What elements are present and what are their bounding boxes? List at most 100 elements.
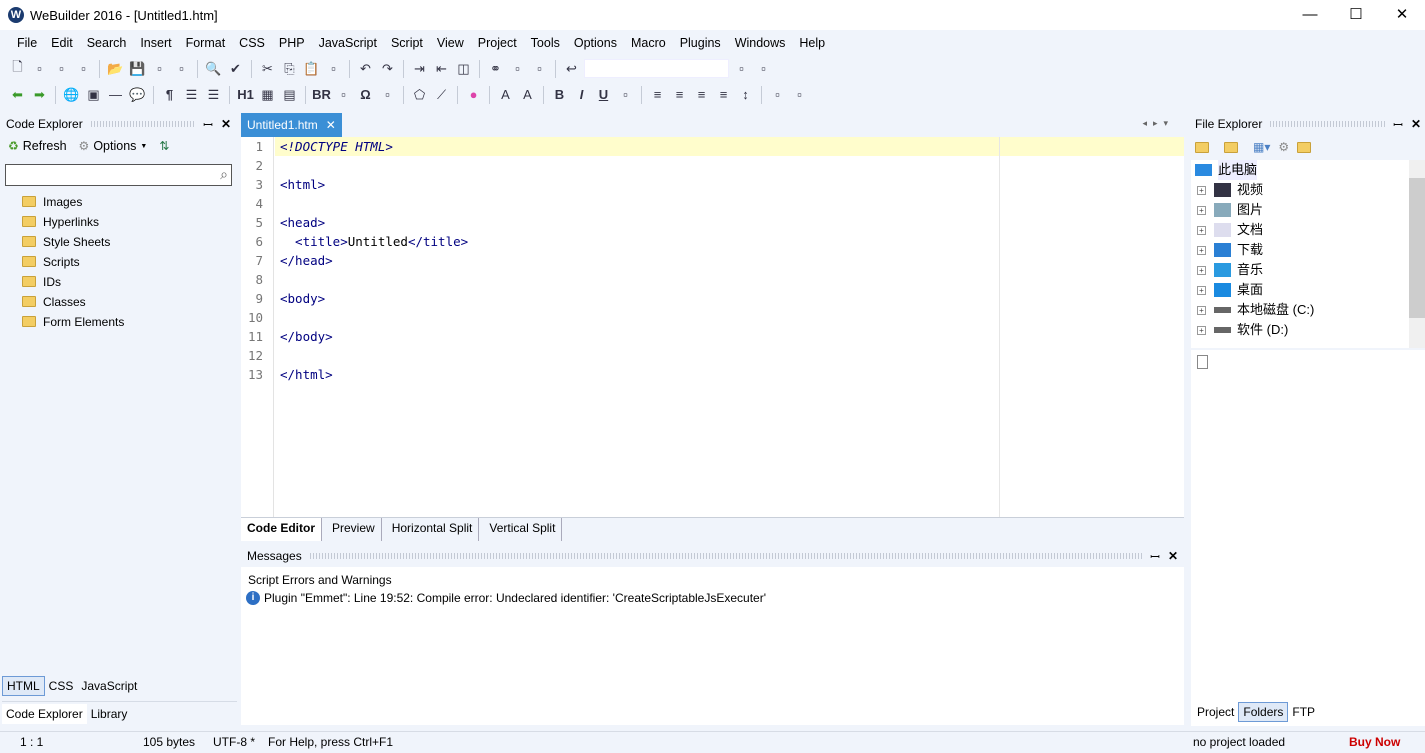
open-folder-icon[interactable]: 📂 (106, 59, 125, 78)
menu-file[interactable]: File (10, 36, 44, 50)
bold-icon[interactable]: B (550, 85, 569, 104)
br-icon[interactable]: BR (312, 85, 331, 104)
tree-item[interactable]: IDs (0, 272, 237, 292)
search-icon[interactable]: ⌕ (220, 166, 228, 183)
tree-item[interactable]: Scripts (0, 252, 237, 272)
anchor-icon[interactable]: ▫ (334, 85, 353, 104)
tree-node[interactable]: + 图片 (1191, 200, 1425, 220)
menu-windows[interactable]: Windows (728, 36, 793, 50)
bookmark-prev-icon[interactable]: ▫ (732, 59, 751, 78)
new-file-icon[interactable]: 🗋 (8, 59, 27, 78)
numbered-list-icon[interactable]: ☰ (204, 85, 223, 104)
tab-library[interactable]: Library (87, 704, 132, 724)
tab-html[interactable]: HTML (2, 676, 45, 696)
expand-icon[interactable]: + (1197, 205, 1206, 215)
tag-icon[interactable]: ⬠ (410, 85, 429, 104)
search-combo[interactable] (584, 59, 729, 78)
search-input[interactable]: ⌕ (5, 164, 232, 186)
expand-icon[interactable]: + (1197, 305, 1206, 315)
save-icon[interactable]: 💾 (128, 59, 147, 78)
binoculars-icon[interactable]: ⚭ (486, 59, 505, 78)
view-tab-horizontal-split[interactable]: Horizontal Split (386, 518, 480, 541)
jump-icon[interactable]: ↩ (562, 59, 581, 78)
spellcheck-icon[interactable]: ✔ (226, 59, 245, 78)
copy-icon[interactable]: ⎘ (280, 59, 299, 78)
tree-root[interactable]: 此电脑 (1191, 160, 1425, 180)
forward-arrow-icon[interactable]: ➡ (30, 85, 49, 104)
sort-icon[interactable]: ⇅ (159, 139, 169, 153)
tab-folders[interactable]: Folders (1238, 702, 1289, 722)
code-area[interactable]: <!DOCTYPE HTML> <html> <head> <title>Untit… (275, 137, 1184, 517)
tree-node[interactable]: + 音乐 (1191, 260, 1425, 280)
undo-icon[interactable]: ↶ (356, 59, 375, 78)
pin-icon[interactable]: ꟷ (1393, 116, 1403, 133)
menu-javascript[interactable]: JavaScript (312, 36, 384, 50)
find-icon[interactable]: 🔍 (204, 59, 223, 78)
cut-icon[interactable]: ✂ (258, 59, 277, 78)
gear-icon[interactable]: ⚙ (1278, 140, 1289, 154)
menu-options[interactable]: Options (567, 36, 624, 50)
bookmark-next-icon[interactable]: ▫ (754, 59, 773, 78)
heading-icon[interactable]: H1 (236, 85, 255, 104)
wrap-icon[interactable]: ▫ (768, 85, 787, 104)
encoding[interactable]: UTF-8 * (213, 735, 255, 749)
view-tab-preview[interactable]: Preview (326, 518, 382, 541)
paste-special-icon[interactable]: ▫ (324, 59, 343, 78)
paste-icon[interactable]: 📋 (302, 59, 321, 78)
menu-view[interactable]: View (430, 36, 471, 50)
refresh-icon[interactable]: ♻ (8, 139, 19, 153)
paragraph-icon[interactable]: ¶ (160, 85, 179, 104)
php-file-icon[interactable]: ▫ (74, 59, 93, 78)
scrollbar[interactable] (1409, 160, 1425, 348)
options-button[interactable]: Options (93, 139, 136, 153)
save-all-icon[interactable]: ▫ (150, 59, 169, 78)
font-size-icon[interactable]: A (518, 85, 537, 104)
menu-help[interactable]: Help (792, 36, 832, 50)
close-tab-icon[interactable]: ✕ (326, 113, 336, 137)
menu-php[interactable]: PHP (272, 36, 312, 50)
expand-icon[interactable]: + (1197, 185, 1206, 195)
message-entry[interactable]: i Plugin "Emmet": Line 19:52: Compile er… (241, 589, 1184, 607)
comment-icon[interactable]: 💬 (128, 85, 147, 104)
close-panel-icon[interactable]: ✕ (221, 117, 231, 131)
folder-search-icon[interactable]: ▫ (530, 59, 549, 78)
expand-icon[interactable]: + (1197, 265, 1206, 275)
script-icon[interactable]: ▫ (378, 85, 397, 104)
strike-icon[interactable]: ▫ (616, 85, 635, 104)
font-icon[interactable]: A (496, 85, 515, 104)
fill-icon[interactable]: ▫ (790, 85, 809, 104)
menu-project[interactable]: Project (471, 36, 524, 50)
expand-icon[interactable]: + (1197, 285, 1206, 295)
edit-icon[interactable]: ▫ (52, 59, 71, 78)
justify-icon[interactable]: ≡ (714, 85, 733, 104)
menu-edit[interactable]: Edit (44, 36, 80, 50)
minimize-button[interactable]: — (1287, 0, 1333, 30)
menu-insert[interactable]: Insert (133, 36, 178, 50)
brush-icon[interactable]: ⟋ (432, 85, 451, 104)
expand-icon[interactable]: + (1197, 245, 1206, 255)
redo-icon[interactable]: ↷ (378, 59, 397, 78)
bullet-list-icon[interactable]: ☰ (182, 85, 201, 104)
pin-icon[interactable]: ꟷ (203, 116, 213, 133)
menu-script[interactable]: Script (384, 36, 430, 50)
link-icon[interactable]: 🌐 (62, 85, 81, 104)
tab-ftp[interactable]: FTP (1288, 703, 1319, 721)
view-mode-icon[interactable]: ▦▾ (1253, 140, 1270, 154)
align-right-icon[interactable]: ≡ (692, 85, 711, 104)
tree-node[interactable]: + 桌面 (1191, 280, 1425, 300)
menu-macro[interactable]: Macro (624, 36, 673, 50)
document-tab[interactable]: Untitled1.htm ✕ (241, 113, 342, 137)
close-panel-icon[interactable]: ✕ (1411, 117, 1421, 131)
tree-node[interactable]: + 下载 (1191, 240, 1425, 260)
pin-icon[interactable]: ꟷ (1150, 548, 1160, 565)
maximize-button[interactable]: ☐ (1333, 0, 1379, 30)
menu-tools[interactable]: Tools (524, 36, 567, 50)
tab-project[interactable]: Project (1193, 703, 1238, 721)
view-tab-vertical-split[interactable]: Vertical Split (483, 518, 563, 541)
open-html-icon[interactable]: ▫ (30, 59, 49, 78)
refresh-button[interactable]: Refresh (23, 139, 67, 153)
underline-icon[interactable]: U (594, 85, 613, 104)
align-center-icon[interactable]: ≡ (670, 85, 689, 104)
outdent-icon[interactable]: ⇤ (432, 59, 451, 78)
omega-icon[interactable]: Ω (356, 85, 375, 104)
